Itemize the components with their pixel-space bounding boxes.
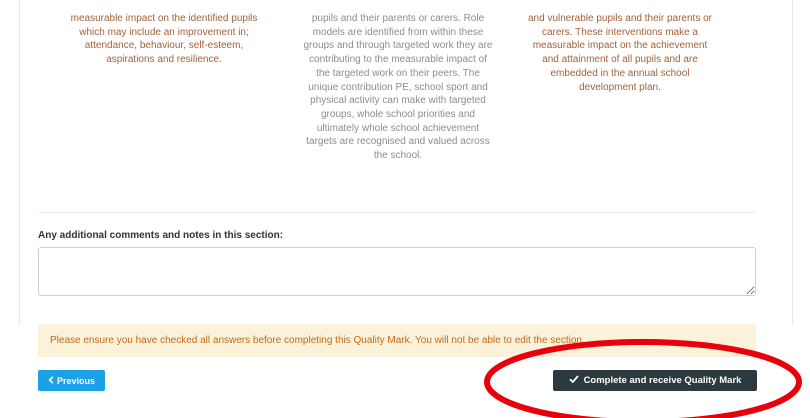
comments-label: Any additional comments and notes in thi… (38, 230, 284, 241)
previous-button[interactable]: Previous (38, 370, 105, 391)
criteria-column-3: and vulnerable pupils and their parents … (513, 12, 727, 94)
criteria-line: pupils and their parents or carers. Role (311, 13, 485, 24)
criteria-line: groups and through targeted work they ar… (303, 40, 493, 52)
criteria-line: physical activity can make with targeted (310, 95, 486, 107)
criteria-line: the targeted work on their peers. The (316, 67, 480, 79)
chevron-left-icon (48, 375, 54, 386)
criteria-line: which may include an improvement in; (79, 26, 249, 38)
criteria-line: unique contribution PE, school sport and (308, 81, 488, 93)
criteria-line: the school. (373, 150, 423, 162)
criteria-line: aspirations and resilience. (106, 54, 222, 66)
criteria-line: and vulnerable pupils and their parents … (527, 13, 712, 24)
complete-button-label: Complete and receive Quality Mark (583, 375, 742, 386)
warning-notice: Please ensure you have checked all answe… (38, 324, 756, 357)
criteria-line: and attainment of all pupils and are (542, 54, 698, 66)
comments-field[interactable] (38, 247, 756, 296)
check-icon (568, 375, 579, 386)
criteria-line: attendance, behaviour, self-esteem, (84, 40, 244, 52)
criteria-line: targets are recognised and valued across (306, 136, 490, 148)
criteria-line: embedded in the annual school (550, 67, 690, 79)
criteria-line: models are identified from within these (312, 26, 484, 38)
warning-notice-text: Please ensure you have checked all answe… (50, 335, 585, 346)
criteria-line: groups, whole school priorities and (321, 108, 475, 120)
criteria-line: development plan. (579, 81, 661, 93)
complete-quality-mark-button[interactable]: Complete and receive Quality Mark (553, 370, 757, 391)
criteria-line: carers. These interventions make a (541, 26, 698, 38)
criteria-line: ultimately whole school achievement (316, 122, 480, 134)
section-divider (38, 212, 756, 213)
criteria-line: measurable impact on the identified pupi… (70, 13, 258, 24)
criteria-line: measurable impact on the achievement (532, 40, 708, 52)
criteria-column-2: pupils and their parents or carers. Role… (291, 12, 505, 163)
criteria-line: contributing to the measurable impact of (309, 54, 487, 66)
previous-button-label: Previous (56, 375, 96, 386)
criteria-column-1: measurable impact on the identified pupi… (57, 12, 271, 67)
